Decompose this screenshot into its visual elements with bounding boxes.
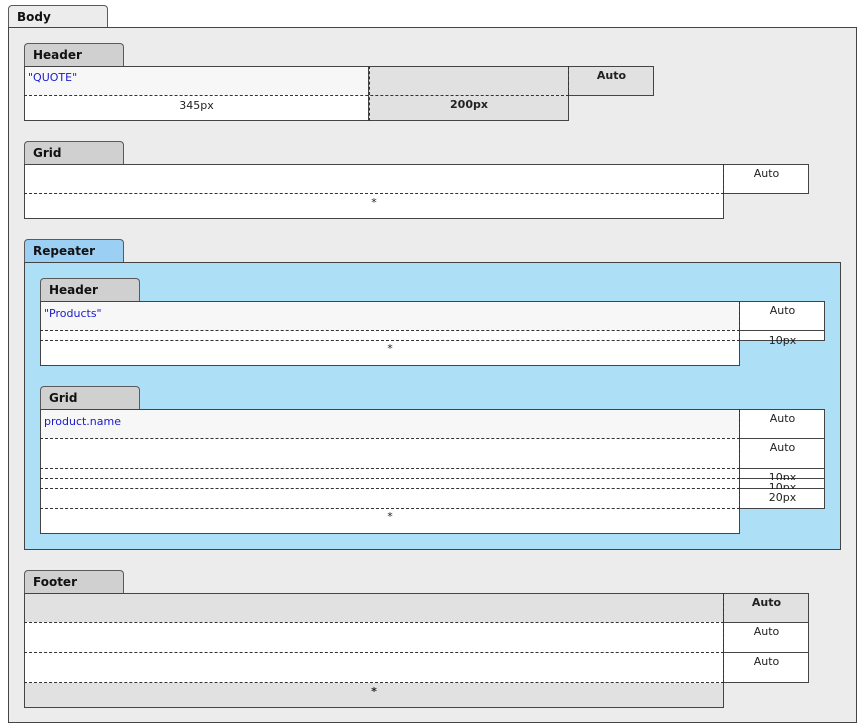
repeater-header-binding-cell[interactable] [41, 302, 739, 330]
header-col-divider [369, 66, 370, 121]
repeater-grid-row-divider-2 [40, 468, 740, 469]
repeater-header-col-width: * [387, 342, 393, 355]
header-row-height-label: Auto [596, 69, 627, 82]
tab-grid-label: Grid [33, 146, 62, 160]
repeater-header-row-height-1: Auto [769, 304, 796, 317]
header-row-divider [24, 95, 569, 96]
repeater-header-row-height-2: 10px [768, 334, 797, 347]
grid-row-height-label: Auto [753, 167, 780, 180]
tab-repeater-header-label: Header [49, 283, 98, 297]
repeater-grid-row-height-1: Auto [769, 412, 796, 425]
footer-row-height-3: Auto [753, 655, 780, 668]
tab-repeater-grid-label: Grid [49, 391, 78, 405]
footer-row-height-1: Auto [751, 596, 782, 609]
tab-body[interactable]: Body [8, 5, 108, 29]
repeater-grid-row-height-3: 10px [768, 471, 797, 480]
footer-row-divider-2 [24, 652, 724, 653]
tab-body-label: Body [17, 10, 51, 24]
grid-col-width-label: * [371, 196, 377, 209]
header-binding-text: "QUOTE" [28, 71, 78, 84]
footer-col-width: * [371, 685, 377, 698]
repeater-grid-row-divider-5 [40, 508, 740, 509]
tab-footer-label: Footer [33, 575, 77, 589]
footer-row-divider-1 [24, 622, 724, 623]
tab-footer[interactable]: Footer [24, 570, 124, 594]
repeater-header-row-divider-2 [40, 340, 740, 341]
footer-row-height-2: Auto [753, 625, 780, 638]
header-col-2[interactable] [369, 66, 569, 121]
grid-row-divider [24, 193, 724, 194]
repeater-grid-row-divider-3 [40, 478, 740, 479]
repeater-header-row-divider-1 [40, 330, 740, 331]
repeater-grid-col-width: * [387, 510, 393, 523]
repeater-grid-row-height-4: 10px [768, 481, 797, 489]
tab-header[interactable]: Header [24, 43, 124, 67]
repeater-grid-row-divider-4 [40, 488, 740, 489]
footer-band-top[interactable] [25, 594, 723, 622]
tab-repeater[interactable]: Repeater [24, 239, 124, 263]
tab-repeater-grid[interactable]: Grid [40, 386, 140, 410]
repeater-grid-binding-cell[interactable] [41, 410, 739, 438]
tab-grid[interactable]: Grid [24, 141, 124, 165]
tab-repeater-header[interactable]: Header [40, 278, 140, 302]
repeater-grid-row-height-5: 20px [768, 491, 797, 504]
repeater-grid-row-height-2: Auto [769, 441, 796, 454]
footer-row-divider-3 [24, 682, 724, 683]
repeater-header-binding-text: "Products" [44, 307, 102, 320]
repeater-grid-row-divider-1 [40, 438, 740, 439]
header-col-width-1-label: 345px [179, 99, 214, 112]
grid-body[interactable] [24, 164, 724, 219]
repeater-grid-binding-text: product.name [44, 415, 121, 428]
tab-repeater-label: Repeater [33, 244, 95, 258]
header-col-width-2-label: 200px [450, 98, 488, 111]
tab-header-label: Header [33, 48, 82, 62]
